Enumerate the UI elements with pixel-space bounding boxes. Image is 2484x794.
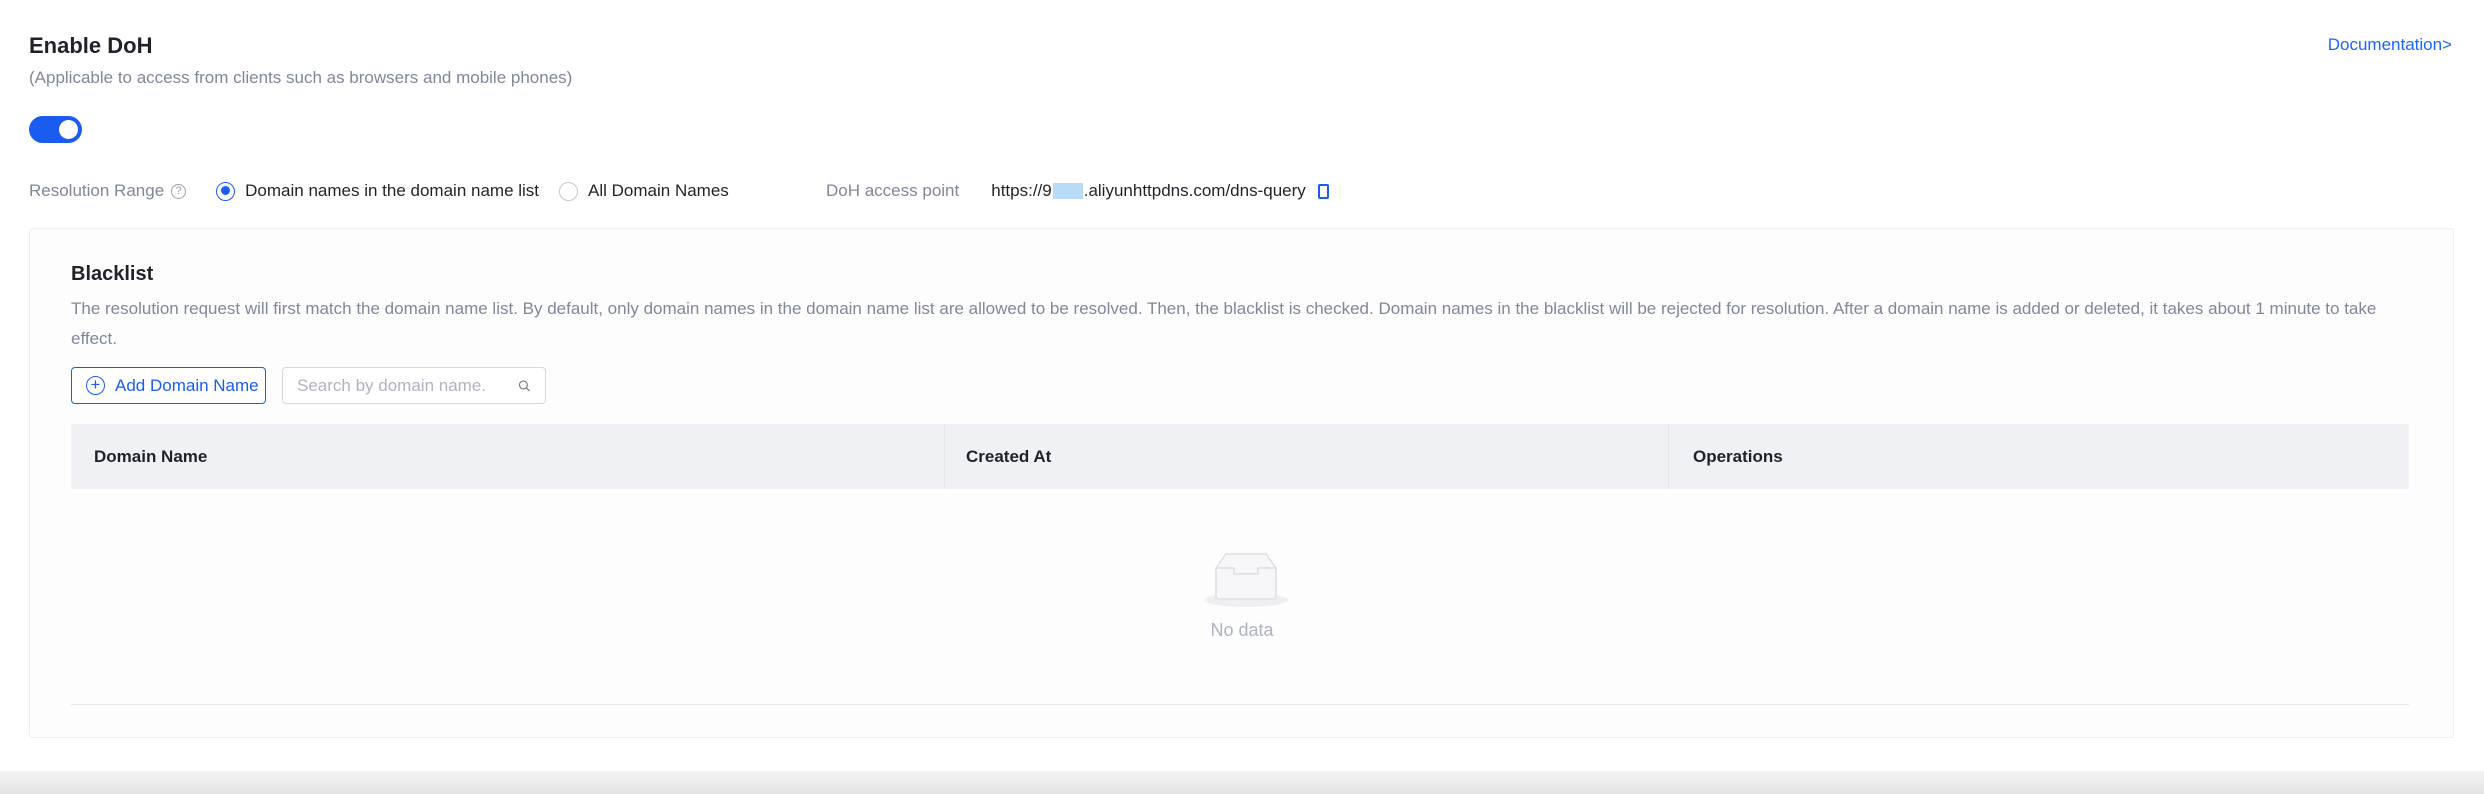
doh-access-point: DoH access point https://9 .aliyunhttpdn… [826,178,1329,204]
resolution-range-label: Resolution Range [29,181,165,200]
search-icon[interactable] [518,377,531,395]
table-header: Domain Name Created At Operations [71,424,2409,489]
empty-inbox-icon [1204,553,1288,607]
col-created-at: Created At [944,424,1051,489]
access-url-prefix: https://9 [991,181,1052,200]
empty-state-text: No data [1210,620,1274,640]
search-box[interactable] [282,367,546,404]
radio-all-domains[interactable] [559,181,579,201]
copy-icon[interactable] [1317,183,1329,199]
help-icon[interactable]: ? [171,183,187,199]
blacklist-description: The resolution request will first match … [71,299,2377,348]
col-domain-name: Domain Name [94,447,208,466]
search-input[interactable] [297,375,518,396]
radio-domain-list-label[interactable]: Domain names in the domain name list [245,181,539,201]
bottom-bar [0,771,2484,794]
radio-all-domains-label[interactable]: All Domain Names [588,181,729,201]
toggle-knob [59,120,78,139]
table-bottom-divider [71,704,2409,705]
resolution-range: Resolution Range ? Domain names in the d… [29,178,729,204]
masked-region [1052,183,1083,199]
blacklist-title: Blacklist [71,263,154,285]
add-domain-label: Add Domain Name [115,375,259,395]
plus-circle-icon: + [86,376,105,395]
page-title: Enable DoH [29,33,153,58]
enable-doh-toggle[interactable] [29,116,82,143]
access-point-label: DoH access point [826,181,960,200]
add-domain-button[interactable]: + Add Domain Name [71,367,266,404]
documentation-link[interactable]: Documentation> [2328,35,2452,55]
page-subtitle: (Applicable to access from clients such … [29,68,573,87]
col-operations: Operations [1668,424,1783,489]
radio-domain-list[interactable] [216,181,236,201]
access-url-suffix: .aliyunhttpdns.com/dns-query [1083,181,1306,200]
